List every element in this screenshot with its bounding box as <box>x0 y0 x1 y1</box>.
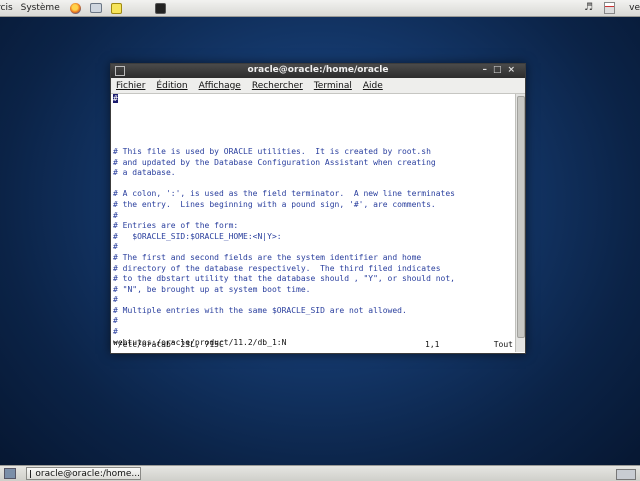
editor-line: # Multiple entries with the same $ORACLE… <box>113 305 407 315</box>
firefox-icon[interactable] <box>69 2 81 14</box>
mail-icon[interactable] <box>89 3 102 13</box>
editor-line: # <box>113 327 118 337</box>
cursor-position: 1,1 <box>425 340 440 349</box>
editor-line: # directory of the database respectively… <box>113 263 441 273</box>
places-menu[interactable]: rcis <box>0 3 13 13</box>
editor-line: # A colon, ':', is used as the field ter… <box>113 189 455 199</box>
editor-line: # a database. <box>113 168 176 178</box>
top-panel-tray: ♬ ve <box>584 0 640 16</box>
editor-line: # <box>113 242 118 252</box>
editor-line: # <box>113 316 118 326</box>
speaker-icon[interactable]: ♬ <box>584 3 594 13</box>
network-icon[interactable] <box>604 2 616 14</box>
editor-line: # and updated by the Database Configurat… <box>113 157 436 167</box>
menu-affichage[interactable]: Affichage <box>199 81 241 91</box>
user-menu[interactable]: ve <box>629 3 640 13</box>
editor-line: # Entries are of the form: <box>113 221 239 231</box>
workspace-switcher[interactable] <box>616 469 636 480</box>
menu-edition[interactable]: Édition <box>156 81 187 91</box>
terminal-window: oracle@oracle:/home/oracle –□× Fichier É… <box>110 63 526 354</box>
editor-line: # to the dbstart utility that the databa… <box>113 274 455 284</box>
terminal-text-area[interactable]: # # This file is used by ORACLE utilitie… <box>111 94 517 352</box>
taskbar-terminal-label: oracle@oracle:/home... <box>35 468 140 479</box>
close-icon[interactable]: × <box>507 65 521 75</box>
editor-line: # The first and second fields are the sy… <box>113 252 422 262</box>
terminal-scrollbar[interactable] <box>515 94 525 352</box>
editor-line: # the entry. Lines beginning with a poun… <box>113 199 436 209</box>
editor-line: # This file is used by ORACLE utilities.… <box>113 146 431 156</box>
editor-line: # <box>113 210 118 220</box>
terminal-launcher-icon[interactable] <box>154 2 166 14</box>
editor-line: # <box>113 94 517 105</box>
menu-aide[interactable]: Aide <box>363 81 383 91</box>
menu-fichier[interactable]: Fichier <box>116 81 145 91</box>
scroll-percent: Tout <box>493 340 513 349</box>
terminal-menubar: Fichier Édition Affichage Rechercher Ter… <box>111 78 525 94</box>
minimize-icon[interactable]: – <box>482 65 493 75</box>
editor-line: # <box>113 295 118 305</box>
system-menu[interactable]: Système <box>21 3 60 13</box>
status-file: "/etc/oratab" 23L, 715C <box>113 340 224 349</box>
editor-line: # "N", be brought up at system boot time… <box>113 284 311 294</box>
window-title: oracle@oracle:/home/oracle <box>247 65 389 75</box>
show-desktop-icon[interactable] <box>4 468 16 479</box>
notes-icon[interactable] <box>110 2 122 14</box>
window-controls: –□× <box>482 65 521 75</box>
text-cursor: # <box>113 94 118 103</box>
editor-line: # $ORACLE_SID:$ORACLE_HOME:<N|Y>: <box>113 231 282 241</box>
menu-terminal[interactable]: Terminal <box>314 81 352 91</box>
taskbar-terminal-button[interactable]: oracle@oracle:/home... <box>26 467 141 480</box>
menu-rechercher[interactable]: Rechercher <box>252 81 303 91</box>
vim-status-line: "/etc/oratab" 23L, 715C 1,1 Tout <box>113 340 523 349</box>
maximize-icon[interactable]: □ <box>493 65 508 75</box>
top-panel: rcis Système ♬ ve <box>0 0 640 17</box>
scrollbar-thumb[interactable] <box>517 96 525 338</box>
terminal-task-icon <box>30 469 32 478</box>
window-titlebar[interactable]: oracle@oracle:/home/oracle –□× <box>111 64 525 78</box>
bottom-panel: oracle@oracle:/home... <box>0 465 640 481</box>
